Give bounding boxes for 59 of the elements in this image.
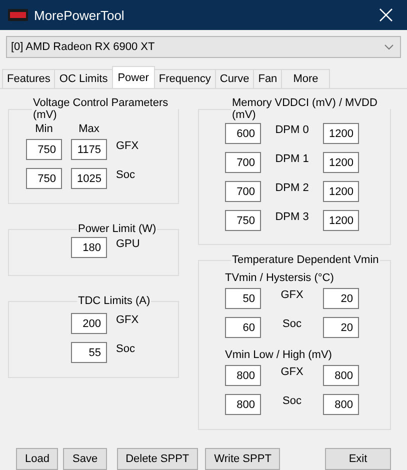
input-field[interactable]: 800 — [323, 394, 359, 415]
column-header: Min — [34, 123, 54, 135]
input-field[interactable]: 750 — [225, 210, 261, 231]
field-label: DPM 2 — [274, 181, 310, 194]
field-label: Soc — [282, 394, 302, 407]
group-title: Power Limit (W) — [77, 223, 158, 235]
column-header: Max — [78, 123, 100, 135]
input-field[interactable]: 700 — [225, 152, 261, 173]
section-heading: TVmin / Hystersis (°C) — [225, 272, 335, 284]
input-field[interactable]: 200 — [71, 313, 107, 334]
input-field[interactable]: 180 — [71, 237, 107, 258]
field-label: DPM 3 — [274, 210, 310, 223]
field-label: GFX — [280, 365, 304, 378]
field-label: GPU — [116, 237, 140, 250]
input-field[interactable]: 600 — [225, 123, 261, 144]
section-heading: Vmin Low / High (mV) — [225, 349, 333, 361]
group-title: TDC Limits (A) — [77, 295, 152, 307]
field-label: GFX — [280, 288, 304, 301]
input-field[interactable]: 55 — [71, 342, 107, 363]
input-field[interactable]: 700 — [225, 181, 261, 202]
group-title: Temperature Dependent Vmin — [231, 254, 380, 266]
action-button[interactable]: Load — [16, 448, 58, 470]
tab[interactable]: Power — [112, 66, 155, 88]
input-field[interactable]: 60 — [225, 317, 261, 338]
field-label: GFX — [116, 139, 139, 152]
field-label: DPM 1 — [274, 152, 310, 165]
input-field[interactable]: 20 — [323, 317, 359, 338]
action-button[interactable]: Save — [63, 448, 107, 470]
tab[interactable]: Features — [2, 69, 56, 88]
input-field[interactable]: 50 — [225, 288, 261, 309]
dropdown-value: [0] AMD Radeon RX 6900 XT — [11, 41, 155, 53]
device-dropdown[interactable]: [0] AMD Radeon RX 6900 XT — [6, 36, 401, 58]
input-field[interactable]: 1025 — [71, 168, 107, 189]
app-icon — [8, 9, 28, 21]
action-button[interactable]: Delete SPPT — [116, 448, 198, 470]
input-field[interactable]: 1200 — [323, 123, 359, 144]
input-field[interactable]: 750 — [26, 139, 62, 160]
group-title: Voltage Control Parameters (mV) — [32, 97, 170, 121]
window-title: MorePowerTool — [34, 8, 126, 22]
action-button[interactable]: Write SPPT — [205, 448, 280, 470]
field-label: DPM 0 — [274, 123, 310, 136]
field-label: GFX — [116, 313, 139, 326]
field-label: Soc — [116, 168, 135, 181]
tab[interactable]: More — [281, 69, 330, 88]
input-field[interactable]: 1200 — [323, 152, 359, 173]
input-field[interactable]: 750 — [26, 168, 62, 189]
input-field[interactable]: 800 — [225, 365, 261, 386]
close-icon[interactable] — [379, 8, 393, 22]
group-title: Memory VDDCI (mV) / MVDD (mV) — [231, 97, 378, 121]
action-button[interactable]: Exit — [325, 448, 391, 470]
input-field[interactable]: 20 — [323, 288, 359, 309]
input-field[interactable]: 1175 — [71, 139, 107, 160]
field-label: Soc — [116, 342, 135, 355]
input-field[interactable]: 1200 — [323, 210, 359, 231]
input-field[interactable]: 1200 — [323, 181, 359, 202]
input-field[interactable]: 800 — [225, 394, 261, 415]
input-field[interactable]: 800 — [323, 365, 359, 386]
chevron-down-icon — [384, 44, 394, 50]
field-label: Soc — [282, 317, 302, 330]
